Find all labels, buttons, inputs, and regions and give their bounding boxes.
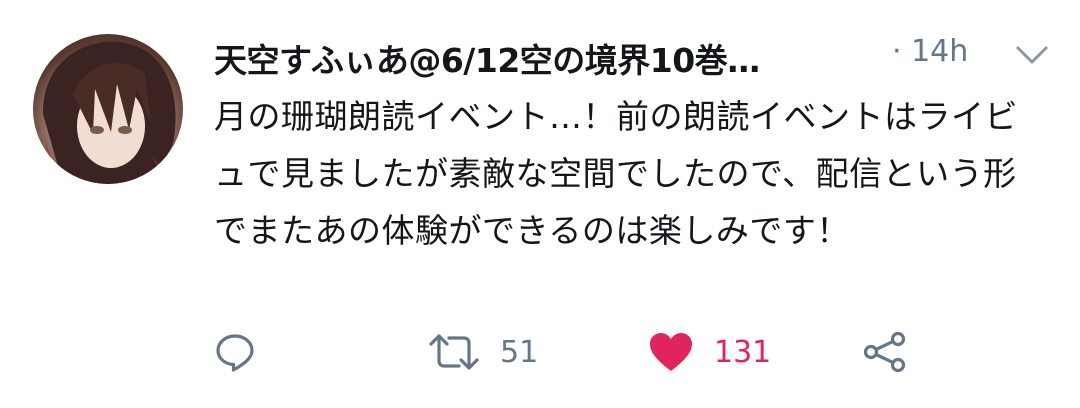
- share-icon: [862, 331, 908, 373]
- heart-icon: [648, 331, 694, 373]
- chevron-down-icon[interactable]: [1014, 42, 1050, 68]
- display-name[interactable]: 天空すふぃあ@6/12空の境界10巻…: [214, 34, 760, 82]
- retweet-button[interactable]: 51: [428, 322, 538, 382]
- retweet-icon: [428, 331, 480, 373]
- like-count: 131: [714, 334, 772, 370]
- avatar[interactable]: [33, 34, 183, 184]
- share-button[interactable]: [862, 322, 908, 382]
- tweet-header: 天空すふぃあ@6/12空の境界10巻… · 14h: [214, 30, 1054, 86]
- like-button[interactable]: 131: [648, 322, 771, 382]
- avatar-image: [43, 41, 176, 184]
- retweet-count: 51: [500, 334, 539, 370]
- separator: ·: [892, 34, 902, 69]
- reply-button[interactable]: [214, 322, 256, 382]
- tweet-card[interactable]: 天空すふぃあ@6/12空の境界10巻… · 14h 月の珊瑚朗読イベント…！前の…: [0, 0, 1080, 408]
- time-label: 14h: [911, 34, 969, 69]
- action-bar: 51 131: [0, 322, 1080, 382]
- tweet-text: 月の珊瑚朗読イベント…！前の朗読イベントはライビュで見ましたが素敵な空間でしたの…: [214, 97, 1018, 250]
- timestamp[interactable]: · 14h: [892, 34, 968, 69]
- reply-icon: [214, 331, 256, 373]
